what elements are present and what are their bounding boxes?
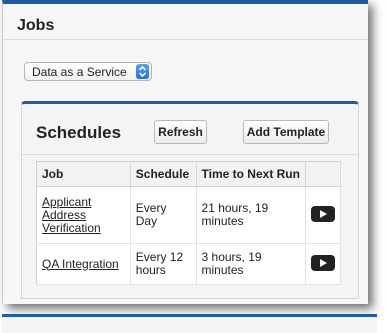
table-row: Applicant Address Verification Every Day… (36, 186, 342, 244)
schedules-table: Job Schedule Time to Next Run Applicant … (36, 161, 342, 285)
service-select[interactable]: Data as a Service (24, 62, 152, 81)
play-icon[interactable] (310, 254, 335, 271)
job-link[interactable]: Applicant Address Verification (42, 195, 101, 235)
schedules-panel: Schedules Refresh Add Template Job Sched… (21, 101, 359, 299)
column-header-next-run: Time to Next Run (196, 161, 306, 187)
schedules-title: Schedules (36, 123, 122, 142)
service-select-value: Data as a Service (32, 65, 127, 79)
play-icon[interactable] (310, 205, 335, 222)
column-header-job: Job (36, 161, 131, 187)
add-template-button[interactable]: Add Template (243, 120, 329, 144)
schedule-cell: Every 12 hours (130, 243, 197, 285)
divider (22, 154, 358, 155)
table-header-row: Job Schedule Time to Next Run (36, 161, 342, 187)
column-header-schedule: Schedule (130, 161, 197, 187)
next-section-strip (2, 314, 377, 333)
next-run-cell: 21 hours, 19 minutes (196, 186, 306, 244)
job-link[interactable]: QA Integration (42, 257, 119, 271)
schedule-cell: Every Day (130, 186, 197, 244)
page-title: Jobs (3, 4, 368, 40)
jobs-card: Jobs Data as a Service Schedules Refresh… (2, 0, 368, 304)
next-run-cell: 3 hours, 19 minutes (196, 243, 306, 285)
table-row: QA Integration Every 12 hours 3 hours, 1… (36, 243, 342, 285)
refresh-button[interactable]: Refresh (154, 120, 207, 144)
column-header-action (305, 161, 342, 187)
select-arrows-icon (136, 64, 149, 79)
page: Jobs Data as a Service Schedules Refresh… (0, 0, 387, 333)
